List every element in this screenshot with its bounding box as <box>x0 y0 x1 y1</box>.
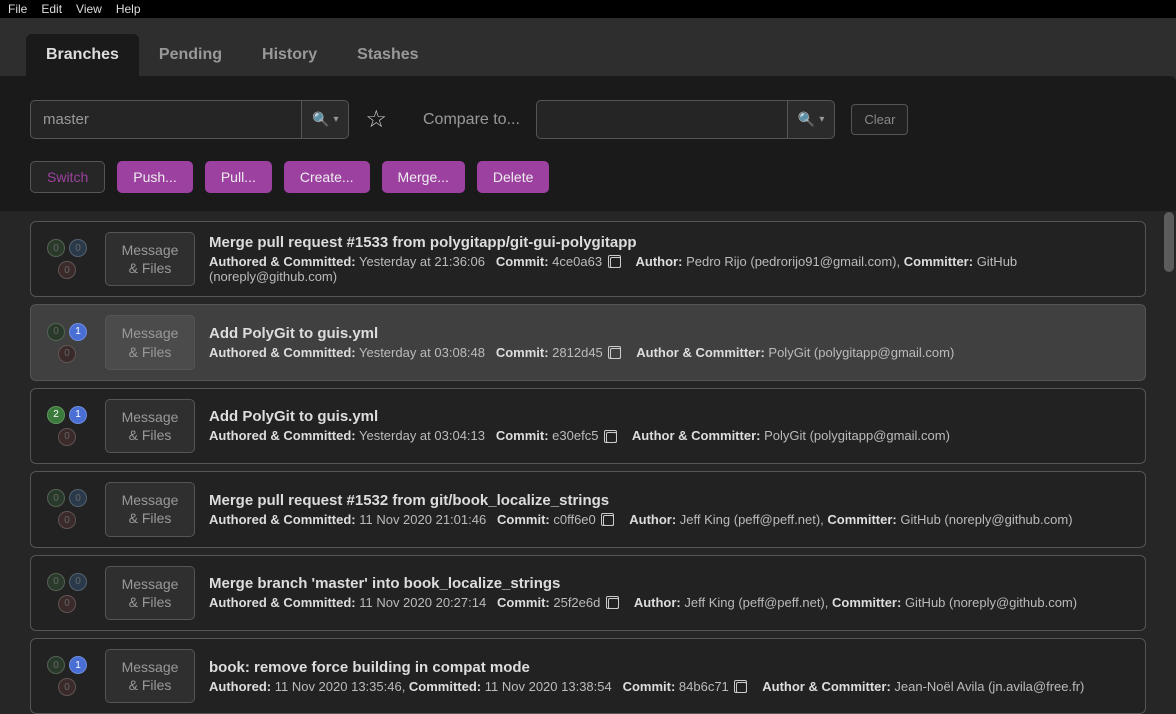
message-files-button[interactable]: Message& Files <box>105 649 195 703</box>
tab-history[interactable]: History <box>242 34 337 76</box>
commit-badges: 000 <box>43 489 91 529</box>
pull-button[interactable]: Pull... <box>205 161 272 193</box>
menu-file[interactable]: File <box>8 2 27 16</box>
copy-icon[interactable] <box>610 348 621 359</box>
create-button[interactable]: Create... <box>284 161 370 193</box>
commit-title: book: remove force building in compat mo… <box>209 659 1133 676</box>
clear-button[interactable]: Clear <box>851 104 908 135</box>
commit-badges: 010 <box>43 323 91 363</box>
branch-input[interactable] <box>31 101 301 138</box>
compare-search-dropdown[interactable]: 🔍 ▾ <box>787 101 834 138</box>
copy-icon[interactable] <box>736 682 747 693</box>
commit-row[interactable]: 000Message& FilesMerge branch 'master' i… <box>30 555 1146 631</box>
badge: 0 <box>47 239 65 257</box>
commit-body: Add PolyGit to guis.yml Authored & Commit… <box>209 325 1133 360</box>
compare-input-group: 🔍 ▾ <box>536 100 835 139</box>
commit-badges: 000 <box>43 573 91 613</box>
commit-title: Add PolyGit to guis.yml <box>209 325 1133 342</box>
star-icon[interactable]: ☆ <box>365 105 387 134</box>
badge: 2 <box>47 406 65 424</box>
badge: 0 <box>58 345 76 363</box>
badge: 1 <box>69 406 87 424</box>
commit-meta: Authored & Committed: Yesterday at 03:04… <box>209 428 1133 443</box>
copy-icon[interactable] <box>606 432 617 443</box>
commit-body: Merge pull request #1532 from git/book_l… <box>209 492 1133 527</box>
commit-title: Add PolyGit to guis.yml <box>209 408 1133 425</box>
merge-button[interactable]: Merge... <box>382 161 465 193</box>
branch-input-group: 🔍 ▾ <box>30 100 349 139</box>
caret-down-icon: ▾ <box>819 114 824 125</box>
tab-branches[interactable]: Branches <box>26 34 139 76</box>
badge: 0 <box>47 656 65 674</box>
branch-search-dropdown[interactable]: 🔍 ▾ <box>301 101 348 138</box>
badge: 0 <box>47 489 65 507</box>
commit-title: Merge pull request #1532 from git/book_l… <box>209 492 1133 509</box>
badge: 0 <box>69 489 87 507</box>
badge: 0 <box>69 239 87 257</box>
commit-meta: Authored & Committed: 11 Nov 2020 21:01:… <box>209 512 1133 527</box>
commit-row[interactable]: 000Message& FilesMerge pull request #153… <box>30 471 1146 547</box>
switch-button[interactable]: Switch <box>30 161 105 193</box>
menubar: File Edit View Help <box>0 0 1176 18</box>
commit-badges: 010 <box>43 656 91 696</box>
commit-title: Merge branch 'master' into book_localize… <box>209 575 1133 592</box>
badge: 1 <box>69 656 87 674</box>
badge: 0 <box>58 595 76 613</box>
badge: 1 <box>69 323 87 341</box>
message-files-button[interactable]: Message& Files <box>105 315 195 369</box>
copy-icon[interactable] <box>608 598 619 609</box>
copy-icon[interactable] <box>610 257 621 268</box>
scrollbar-thumb[interactable] <box>1164 212 1174 272</box>
badge: 0 <box>47 323 65 341</box>
caret-down-icon: ▾ <box>333 114 338 125</box>
tab-stashes[interactable]: Stashes <box>337 34 438 76</box>
search-icon: 🔍 <box>312 111 329 128</box>
commit-badges: 000 <box>43 239 91 279</box>
compare-to-label: Compare to... <box>423 111 520 129</box>
commit-row[interactable]: 010Message& FilesAdd PolyGit to guis.yml… <box>30 304 1146 380</box>
commit-meta: Authored & Committed: 11 Nov 2020 20:27:… <box>209 595 1133 610</box>
commit-row[interactable]: 010Message& Filesbook: remove force buil… <box>30 638 1146 714</box>
commit-meta: Authored: 11 Nov 2020 13:35:46, Committe… <box>209 679 1133 694</box>
delete-button[interactable]: Delete <box>477 161 549 193</box>
push-button[interactable]: Push... <box>117 161 193 193</box>
badge: 0 <box>58 261 76 279</box>
badge: 0 <box>58 428 76 446</box>
menu-help[interactable]: Help <box>116 2 141 16</box>
commit-list: 000Message& FilesMerge pull request #153… <box>0 211 1176 714</box>
commit-body: Merge branch 'master' into book_localize… <box>209 575 1133 610</box>
menu-edit[interactable]: Edit <box>41 2 62 16</box>
commit-body: Add PolyGit to guis.yml Authored & Commit… <box>209 408 1133 443</box>
badge: 0 <box>58 511 76 529</box>
message-files-button[interactable]: Message& Files <box>105 482 195 536</box>
commit-title: Merge pull request #1533 from polygitapp… <box>209 234 1133 251</box>
message-files-button[interactable]: Message& Files <box>105 232 195 286</box>
badge: 0 <box>58 678 76 696</box>
commit-row[interactable]: 000Message& FilesMerge pull request #153… <box>30 221 1146 297</box>
commit-row[interactable]: 21 0 Message& Files Add PolyGit to guis.yml… <box>30 388 1146 464</box>
commit-meta: Authored & Committed: Yesterday at 03:08… <box>209 345 1133 360</box>
commit-meta: Authored & Committed: Yesterday at 21:36… <box>209 254 1133 284</box>
menu-view[interactable]: View <box>76 2 102 16</box>
commit-body: Merge pull request #1533 from polygitapp… <box>209 234 1133 284</box>
compare-input[interactable] <box>537 101 787 138</box>
message-files-button[interactable]: Message& Files <box>105 566 195 620</box>
tab-bar: Branches Pending History Stashes <box>0 18 1176 76</box>
search-icon: 🔍 <box>798 111 815 128</box>
commit-badges: 21 0 <box>43 406 91 446</box>
copy-icon[interactable] <box>603 515 614 526</box>
badge: 0 <box>69 573 87 591</box>
toolbar: 🔍 ▾ ☆ Compare to... 🔍 ▾ Clear Switch Pus… <box>0 76 1176 211</box>
message-files-button[interactable]: Message& Files <box>105 399 195 453</box>
tab-pending[interactable]: Pending <box>139 34 242 76</box>
badge: 0 <box>47 573 65 591</box>
